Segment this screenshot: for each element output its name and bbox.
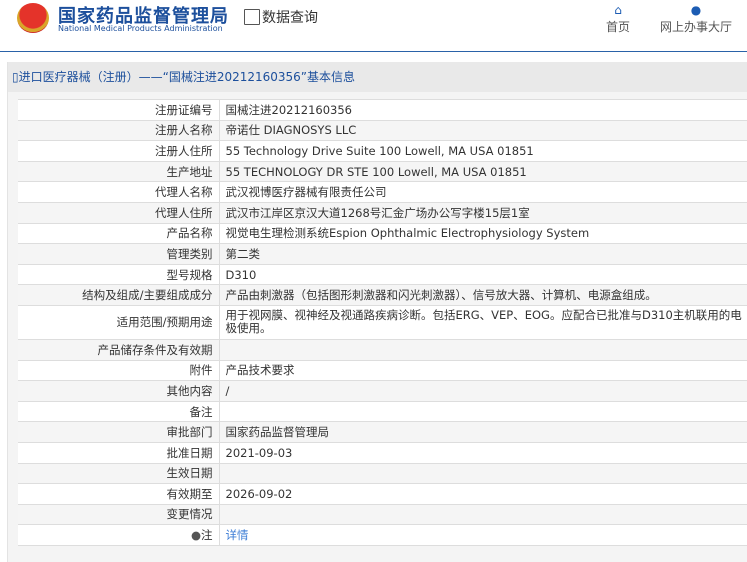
row-label: 适用范围/预期用途 xyxy=(18,305,220,340)
table-row: 生产地址 55 TECHNOLOGY DR STE 100 Lowell, MA … xyxy=(18,161,747,183)
table-row: 代理人名称 武汉视博医疗器械有限责任公司 xyxy=(18,181,747,203)
row-label: 产品储存条件及有效期 xyxy=(18,339,220,361)
table-row: 管理类别 第二类 xyxy=(18,243,747,265)
row-value: 55 Technology Drive Suite 100 Lowell, MA… xyxy=(219,140,747,162)
row-label: 管理类别 xyxy=(18,243,220,265)
row-value: 产品由刺激器（包括图形刺激器和闪光刺激器）、信号放大器、计算机、电源盒组成。 xyxy=(219,284,747,306)
table-row: 其他内容 / xyxy=(18,380,747,402)
row-value xyxy=(219,463,747,485)
row-label: 注册人名称 xyxy=(18,120,220,142)
table-row: 备注 xyxy=(18,401,747,423)
row-label: 附件 xyxy=(18,360,220,382)
row-value: 武汉市江岸区京汉大道1268号汇金广场办公写字楼15层1室 xyxy=(219,202,747,224)
row-label: 型号规格 xyxy=(18,264,220,286)
document-search-icon xyxy=(244,9,260,25)
table-row: 审批部门 国家药品监督管理局 xyxy=(18,421,747,443)
row-value: 国家药品监督管理局 xyxy=(219,421,747,443)
row-label: 生产地址 xyxy=(18,161,220,183)
home-icon: ⌂ xyxy=(614,3,622,17)
row-label: 注册人住所 xyxy=(18,140,220,162)
row-value xyxy=(219,504,747,526)
row-label: 生效日期 xyxy=(18,463,220,485)
row-value: / xyxy=(219,380,747,402)
data-query-label: 数据查询 xyxy=(262,10,318,26)
row-value xyxy=(219,339,747,361)
note-row: ●注 详情 xyxy=(18,524,747,546)
row-label: 有效期至 xyxy=(18,483,220,505)
note-label-text: 注 xyxy=(201,528,213,543)
row-label: 审批部门 xyxy=(18,421,220,443)
row-value: 武汉视博医疗器械有限责任公司 xyxy=(219,181,747,203)
row-label: 批准日期 xyxy=(18,442,220,464)
table-row: 生效日期 xyxy=(18,463,747,485)
details-link[interactable]: 详情 xyxy=(226,528,249,542)
row-value: 用于视网膜、视神经及视通路疾病诊断。包括ERG、VEP、EOG。应配合已批准与D… xyxy=(219,305,747,340)
nav-online-service-label: 网上办事大厅 xyxy=(660,20,733,34)
site-header: 国家药品监督管理局 National Medical Products Admi… xyxy=(0,0,747,52)
row-label: 备注 xyxy=(18,401,220,423)
row-label: 代理人名称 xyxy=(18,181,220,203)
table-row: 有效期至 2026-09-02 xyxy=(18,483,747,505)
row-value: 帝诺仕 DIAGNOSYS LLC xyxy=(219,120,747,142)
row-label: 结构及组成/主要组成成分 xyxy=(18,284,220,306)
table-row: 产品名称 视觉电生理检测系统Espion Ophthalmic Electroph… xyxy=(18,223,747,245)
data-query-link[interactable]: 数据查询 xyxy=(244,7,318,27)
table-row: 代理人住所 武汉市江岸区京汉大道1268号汇金广场办公写字楼15层1室 xyxy=(18,202,747,224)
table-row: 变更情况 xyxy=(18,504,747,526)
breadcrumb: ▯进口医疗器械（注册）——“国械注进20212160356”基本信息 xyxy=(8,62,747,92)
row-value: D310 xyxy=(219,264,747,286)
info-table: 注册证编号 国械注进20212160356 注册人名称 帝诺仕 DIAGNOSYS L… xyxy=(18,99,747,546)
row-value: 第二类 xyxy=(219,243,747,265)
row-value xyxy=(219,401,747,423)
row-value: 产品技术要求 xyxy=(219,360,747,382)
breadcrumb-text: 进口医疗器械（注册）——“国械注进20212160356”基本信息 xyxy=(18,70,356,84)
row-value: 2026-09-02 xyxy=(219,483,747,505)
pin-icon: ● xyxy=(190,528,201,543)
row-value: 国械注进20212160356 xyxy=(219,99,747,121)
user-icon: ● xyxy=(690,3,702,17)
table-row: 注册人住所 55 Technology Drive Suite 100 Lowel… xyxy=(18,140,747,162)
table-row: 产品储存条件及有效期 xyxy=(18,339,747,361)
row-value: 2021-09-03 xyxy=(219,442,747,464)
nav-home[interactable]: ⌂ 首页 xyxy=(606,2,630,35)
table-row: 型号规格 D310 xyxy=(18,264,747,286)
row-label: 变更情况 xyxy=(18,504,220,526)
row-label: 代理人住所 xyxy=(18,202,220,224)
row-value: 55 TECHNOLOGY DR STE 100 Lowell, MA USA … xyxy=(219,161,747,183)
content-panel: ▯进口医疗器械（注册）——“国械注进20212160356”基本信息 注册证编号… xyxy=(7,62,747,562)
table-row: 注册人名称 帝诺仕 DIAGNOSYS LLC xyxy=(18,120,747,142)
table-row: 附件 产品技术要求 xyxy=(18,360,747,382)
note-label: ●注 xyxy=(18,524,220,546)
row-label: 产品名称 xyxy=(18,223,220,245)
national-emblem-logo xyxy=(17,3,49,33)
table-row: 适用范围/预期用途 用于视网膜、视神经及视通路疾病诊断。包括ERG、VEP、EOG… xyxy=(18,305,747,340)
nav-home-label: 首页 xyxy=(606,20,631,34)
nav-online-service[interactable]: ● 网上办事大厅 xyxy=(660,2,732,35)
row-label: 注册证编号 xyxy=(18,99,220,121)
document-icon: ▯ xyxy=(12,70,19,84)
logo-subtitle: National Medical Products Administration xyxy=(58,24,223,33)
row-label: 其他内容 xyxy=(18,380,220,402)
table-row: 批准日期 2021-09-03 xyxy=(18,442,747,464)
table-row: 结构及组成/主要组成成分 产品由刺激器（包括图形刺激器和闪光刺激器）、信号放大器、… xyxy=(18,284,747,306)
table-row: 注册证编号 国械注进20212160356 xyxy=(18,99,747,121)
row-value: 视觉电生理检测系统Espion Ophthalmic Electrophysio… xyxy=(219,223,747,245)
